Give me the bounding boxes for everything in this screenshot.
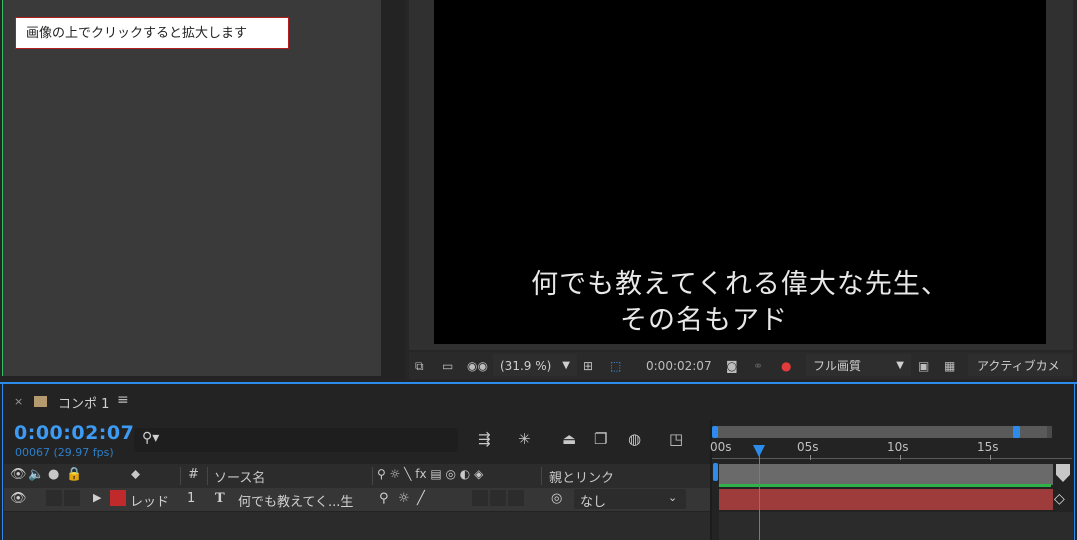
layer-out-point-icon[interactable]: ◇ [1054, 491, 1065, 507]
composition-swatch-icon [34, 396, 47, 407]
column-separator [372, 467, 373, 485]
switch-box[interactable] [472, 490, 488, 506]
layer-index: 1 [187, 491, 196, 506]
show-snapshot-icon[interactable]: ⚭ [753, 356, 763, 376]
layer-switches-header[interactable]: ⚲ ☼ ╲ fx ▤ ◎ ◐ ◈ [377, 467, 483, 481]
audio-toggle-icon[interactable]: 🔈 [28, 467, 44, 482]
panel-menu-icon[interactable]: ≡ [117, 392, 129, 408]
time-navigator-start-handle[interactable] [712, 426, 718, 438]
video-toggle-icon[interactable]: 👁 [10, 467, 27, 482]
monitor-icon[interactable]: ▭ [442, 356, 453, 376]
ruler-tick [990, 455, 991, 460]
time-ruler-line [712, 458, 1072, 459]
shy-switch-icon[interactable]: ⚲ [379, 491, 389, 506]
search-icon[interactable]: ⚲▾ [142, 430, 159, 446]
chevron-down-icon: ▼ [562, 360, 570, 371]
composition-tab-label[interactable]: コンポ 1 [58, 393, 109, 412]
color-channels-icon[interactable]: ● [781, 356, 791, 376]
region-of-interest-icon[interactable]: ⬚ [610, 356, 621, 376]
render-cache-indicator [719, 484, 1051, 487]
motion-blur-icon[interactable]: ◍ [628, 430, 641, 448]
quality-switch-icon[interactable]: ╱ [417, 491, 425, 506]
ruler-tick [900, 455, 901, 460]
switch-box[interactable] [508, 490, 524, 506]
ruler-label: 15s [977, 440, 999, 454]
ruler-label: 00s [710, 440, 732, 454]
resolution-dropdown[interactable]: フル画質 ▼ [806, 354, 911, 376]
column-parent-link-header[interactable]: 親とリンク [549, 467, 614, 486]
playhead-line[interactable] [759, 455, 760, 540]
column-separator [541, 467, 542, 485]
expand-layer-icon[interactable]: ▶ [93, 491, 101, 504]
solo-icon[interactable]: ● [48, 467, 59, 482]
layer-source-name[interactable]: 何でも教えてく...生 [238, 491, 353, 510]
layer-list-empty-area [4, 512, 710, 540]
layer-visibility-icon[interactable]: 👁 [10, 491, 27, 506]
zoom-hint-banner[interactable]: 画像の上でクリックすると拡大します [15, 17, 289, 49]
ruler-label: 05s [797, 440, 819, 454]
column-source-name-header[interactable]: ソース名 [214, 467, 265, 486]
always-preview-icon[interactable]: ⧉ [415, 356, 424, 376]
collapse-switch-icon[interactable]: ☼ [398, 491, 410, 506]
draft-3d-icon[interactable]: ✳ [518, 430, 531, 448]
timeline-divider[interactable] [710, 420, 712, 540]
ruler-label: 10s [887, 440, 909, 454]
subtitle-line-1: 何でも教えてくれる偉大な先生、 [531, 269, 949, 300]
zoom-value: (31.9 %) [500, 359, 552, 373]
ruler-tick [810, 455, 811, 460]
fast-previews-icon[interactable]: ▣ [918, 356, 929, 376]
column-separator [180, 467, 181, 485]
pick-whip-icon[interactable]: ◎ [551, 491, 562, 506]
timeline-track-empty-area [719, 512, 1073, 540]
layer-duration-bar[interactable] [719, 489, 1053, 510]
text-layer-icon: T [215, 491, 225, 506]
transparency-grid-icon[interactable]: ▦ [944, 356, 955, 376]
chevron-down-icon: ▼ [896, 360, 904, 371]
frame-blending-icon[interactable]: ❐ [594, 430, 607, 448]
lock-icon[interactable]: 🔒 [66, 467, 82, 482]
label-tag-icon[interactable]: ⬥ [131, 467, 140, 482]
frame-info: 00067 (29.97 fps) [15, 446, 114, 459]
project-panel-body [2, 0, 381, 376]
layer-label-name[interactable]: レッド [130, 491, 169, 510]
grid-guide-icon[interactable]: ⊞ [583, 356, 593, 376]
viewer-current-time[interactable]: 0:00:02:07 [646, 356, 712, 376]
work-area-start-handle[interactable] [713, 463, 718, 481]
time-navigator-end [1047, 426, 1052, 438]
parent-link-value: なし [580, 495, 607, 510]
graph-editor-icon[interactable]: ◳ [669, 430, 683, 448]
resolution-value: フル画質 [813, 359, 862, 373]
zoom-dropdown[interactable]: (31.9 %) ▼ [493, 354, 577, 376]
switch-box[interactable] [490, 490, 506, 506]
snapshot-camera-icon[interactable]: ◙ [726, 356, 738, 376]
layer-search-input[interactable] [134, 428, 458, 452]
hide-shy-layers-icon[interactable]: ⏏ [562, 430, 576, 448]
composition-mini-flowchart-icon[interactable]: ⇶ [478, 430, 491, 448]
camera-dropdown[interactable]: アクティブカメラ [968, 354, 1072, 395]
current-timecode[interactable]: 0:00:02:07 [14, 422, 134, 444]
layer-label-color[interactable] [110, 490, 126, 506]
work-area-bar[interactable] [719, 464, 1053, 485]
mask-icon[interactable]: ◉◉ [467, 356, 488, 376]
chevron-down-icon[interactable]: ⌄ [668, 491, 677, 504]
subtitle-line-2: その名もアド [620, 305, 788, 336]
close-tab-icon[interactable]: × [14, 395, 23, 408]
column-number-header[interactable]: # [188, 467, 199, 482]
layer-lock-box[interactable] [64, 490, 80, 506]
layer-audio-box[interactable] [46, 490, 62, 506]
time-navigator-bar[interactable] [716, 426, 1048, 438]
column-separator [207, 467, 208, 485]
time-navigator-end-handle[interactable] [1013, 426, 1020, 438]
